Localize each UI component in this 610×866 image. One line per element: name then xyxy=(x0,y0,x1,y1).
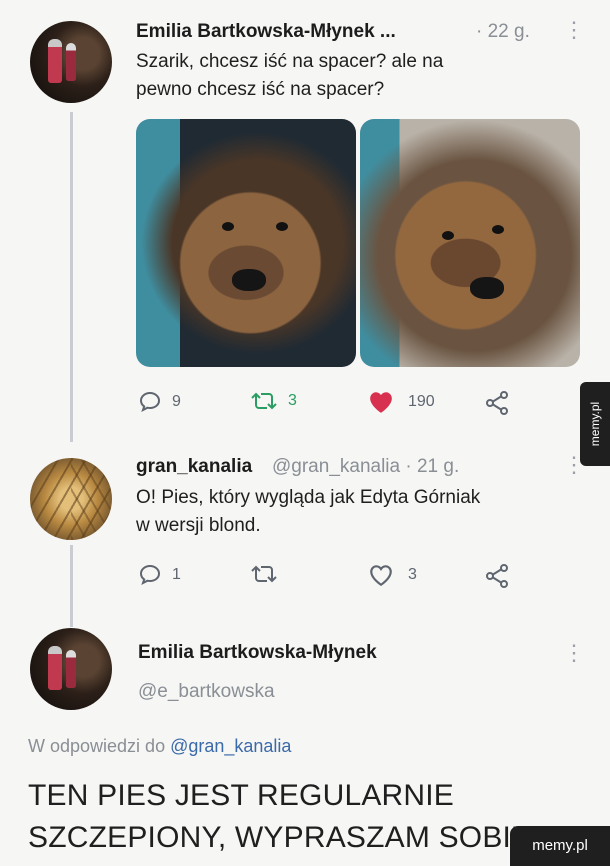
tweet-text-line: w wersji blond. xyxy=(136,515,261,536)
share-icon xyxy=(486,391,508,415)
dog-eye xyxy=(222,222,234,231)
share-icon xyxy=(486,564,508,588)
tweet-text-line: O! Pies, który wygląda jak Edyta Górniak xyxy=(136,487,481,508)
more-vertical-icon[interactable]: ⋮ xyxy=(563,19,585,41)
reply-count: 1 xyxy=(172,566,181,583)
like-button[interactable]: 3 xyxy=(368,563,417,587)
dog-eye xyxy=(442,231,454,240)
reply-mention-link[interactable]: @gran_kanalia xyxy=(170,736,291,756)
tweet-photo[interactable] xyxy=(360,119,580,367)
avatar[interactable] xyxy=(30,628,112,710)
reply-context: W odpowiedzi do @gran_kanalia xyxy=(28,736,291,757)
like-count: 3 xyxy=(408,566,417,583)
dog-eye xyxy=(276,222,288,231)
author-name[interactable]: Emilia Bartkowska-Młynek xyxy=(138,642,377,664)
avatar[interactable] xyxy=(30,458,112,540)
share-button[interactable] xyxy=(484,390,510,416)
retweet-icon xyxy=(251,392,277,410)
avatar-detail xyxy=(48,39,62,83)
retweet-button[interactable]: 3 xyxy=(250,390,297,412)
tweet-text-line: Szarik, chcesz iść na spacer? ale na xyxy=(136,51,444,72)
side-watermark-text: memy.pl xyxy=(588,401,602,447)
handle-time: @gran_kanalia · 21 g. xyxy=(272,456,460,477)
thread-line xyxy=(70,112,73,442)
avatar-detail xyxy=(66,650,76,688)
corner-watermark-text: memy.pl xyxy=(532,837,588,854)
corner-watermark: memy.pl xyxy=(510,826,610,866)
share-button[interactable] xyxy=(484,563,510,589)
avatar-detail xyxy=(66,43,76,81)
dog-nose xyxy=(232,269,266,291)
like-count: 190 xyxy=(408,393,435,410)
avatar[interactable] xyxy=(30,21,112,103)
more-vertical-icon[interactable]: ⋮ xyxy=(563,642,585,664)
author-name[interactable]: Emilia Bartkowska-Młynek ... xyxy=(136,21,396,43)
heart-icon xyxy=(370,565,392,587)
author-handle[interactable]: @e_bartkowska xyxy=(138,681,275,703)
dog-eye xyxy=(492,225,504,234)
tweet-text-line: pewno chcesz iść na spacer? xyxy=(136,79,385,100)
tweet-time: · 22 g. xyxy=(476,21,530,42)
tweet-text: Szarik, chcesz iść na spacer? ale na pew… xyxy=(136,48,576,104)
reply-button[interactable]: 1 xyxy=(138,563,181,587)
side-watermark: memy.pl xyxy=(580,382,610,466)
retweet-button[interactable] xyxy=(250,563,288,585)
dog-nose xyxy=(470,277,504,299)
thread-line xyxy=(70,545,73,627)
tweet-text-line: SZCZEPIONY, WYPRASZAM SOBIE xyxy=(28,821,532,854)
reply-count: 9 xyxy=(172,393,181,410)
tweet-text: O! Pies, który wygląda jak Edyta Górniak… xyxy=(136,484,576,540)
author-name[interactable]: gran_kanalia xyxy=(136,456,252,478)
avatar-detail xyxy=(48,646,62,690)
comment-icon xyxy=(139,391,161,413)
reply-prefix: W odpowiedzi do xyxy=(28,736,166,756)
comment-icon xyxy=(139,564,161,586)
tweet-text-line: TEN PIES JEST REGULARNIE xyxy=(28,779,455,812)
heart-icon xyxy=(370,392,392,413)
tweet-photo[interactable] xyxy=(136,119,356,367)
like-button[interactable]: 190 xyxy=(368,390,435,414)
retweet-icon xyxy=(251,565,277,583)
reply-button[interactable]: 9 xyxy=(138,390,181,414)
retweet-count: 3 xyxy=(288,392,297,409)
